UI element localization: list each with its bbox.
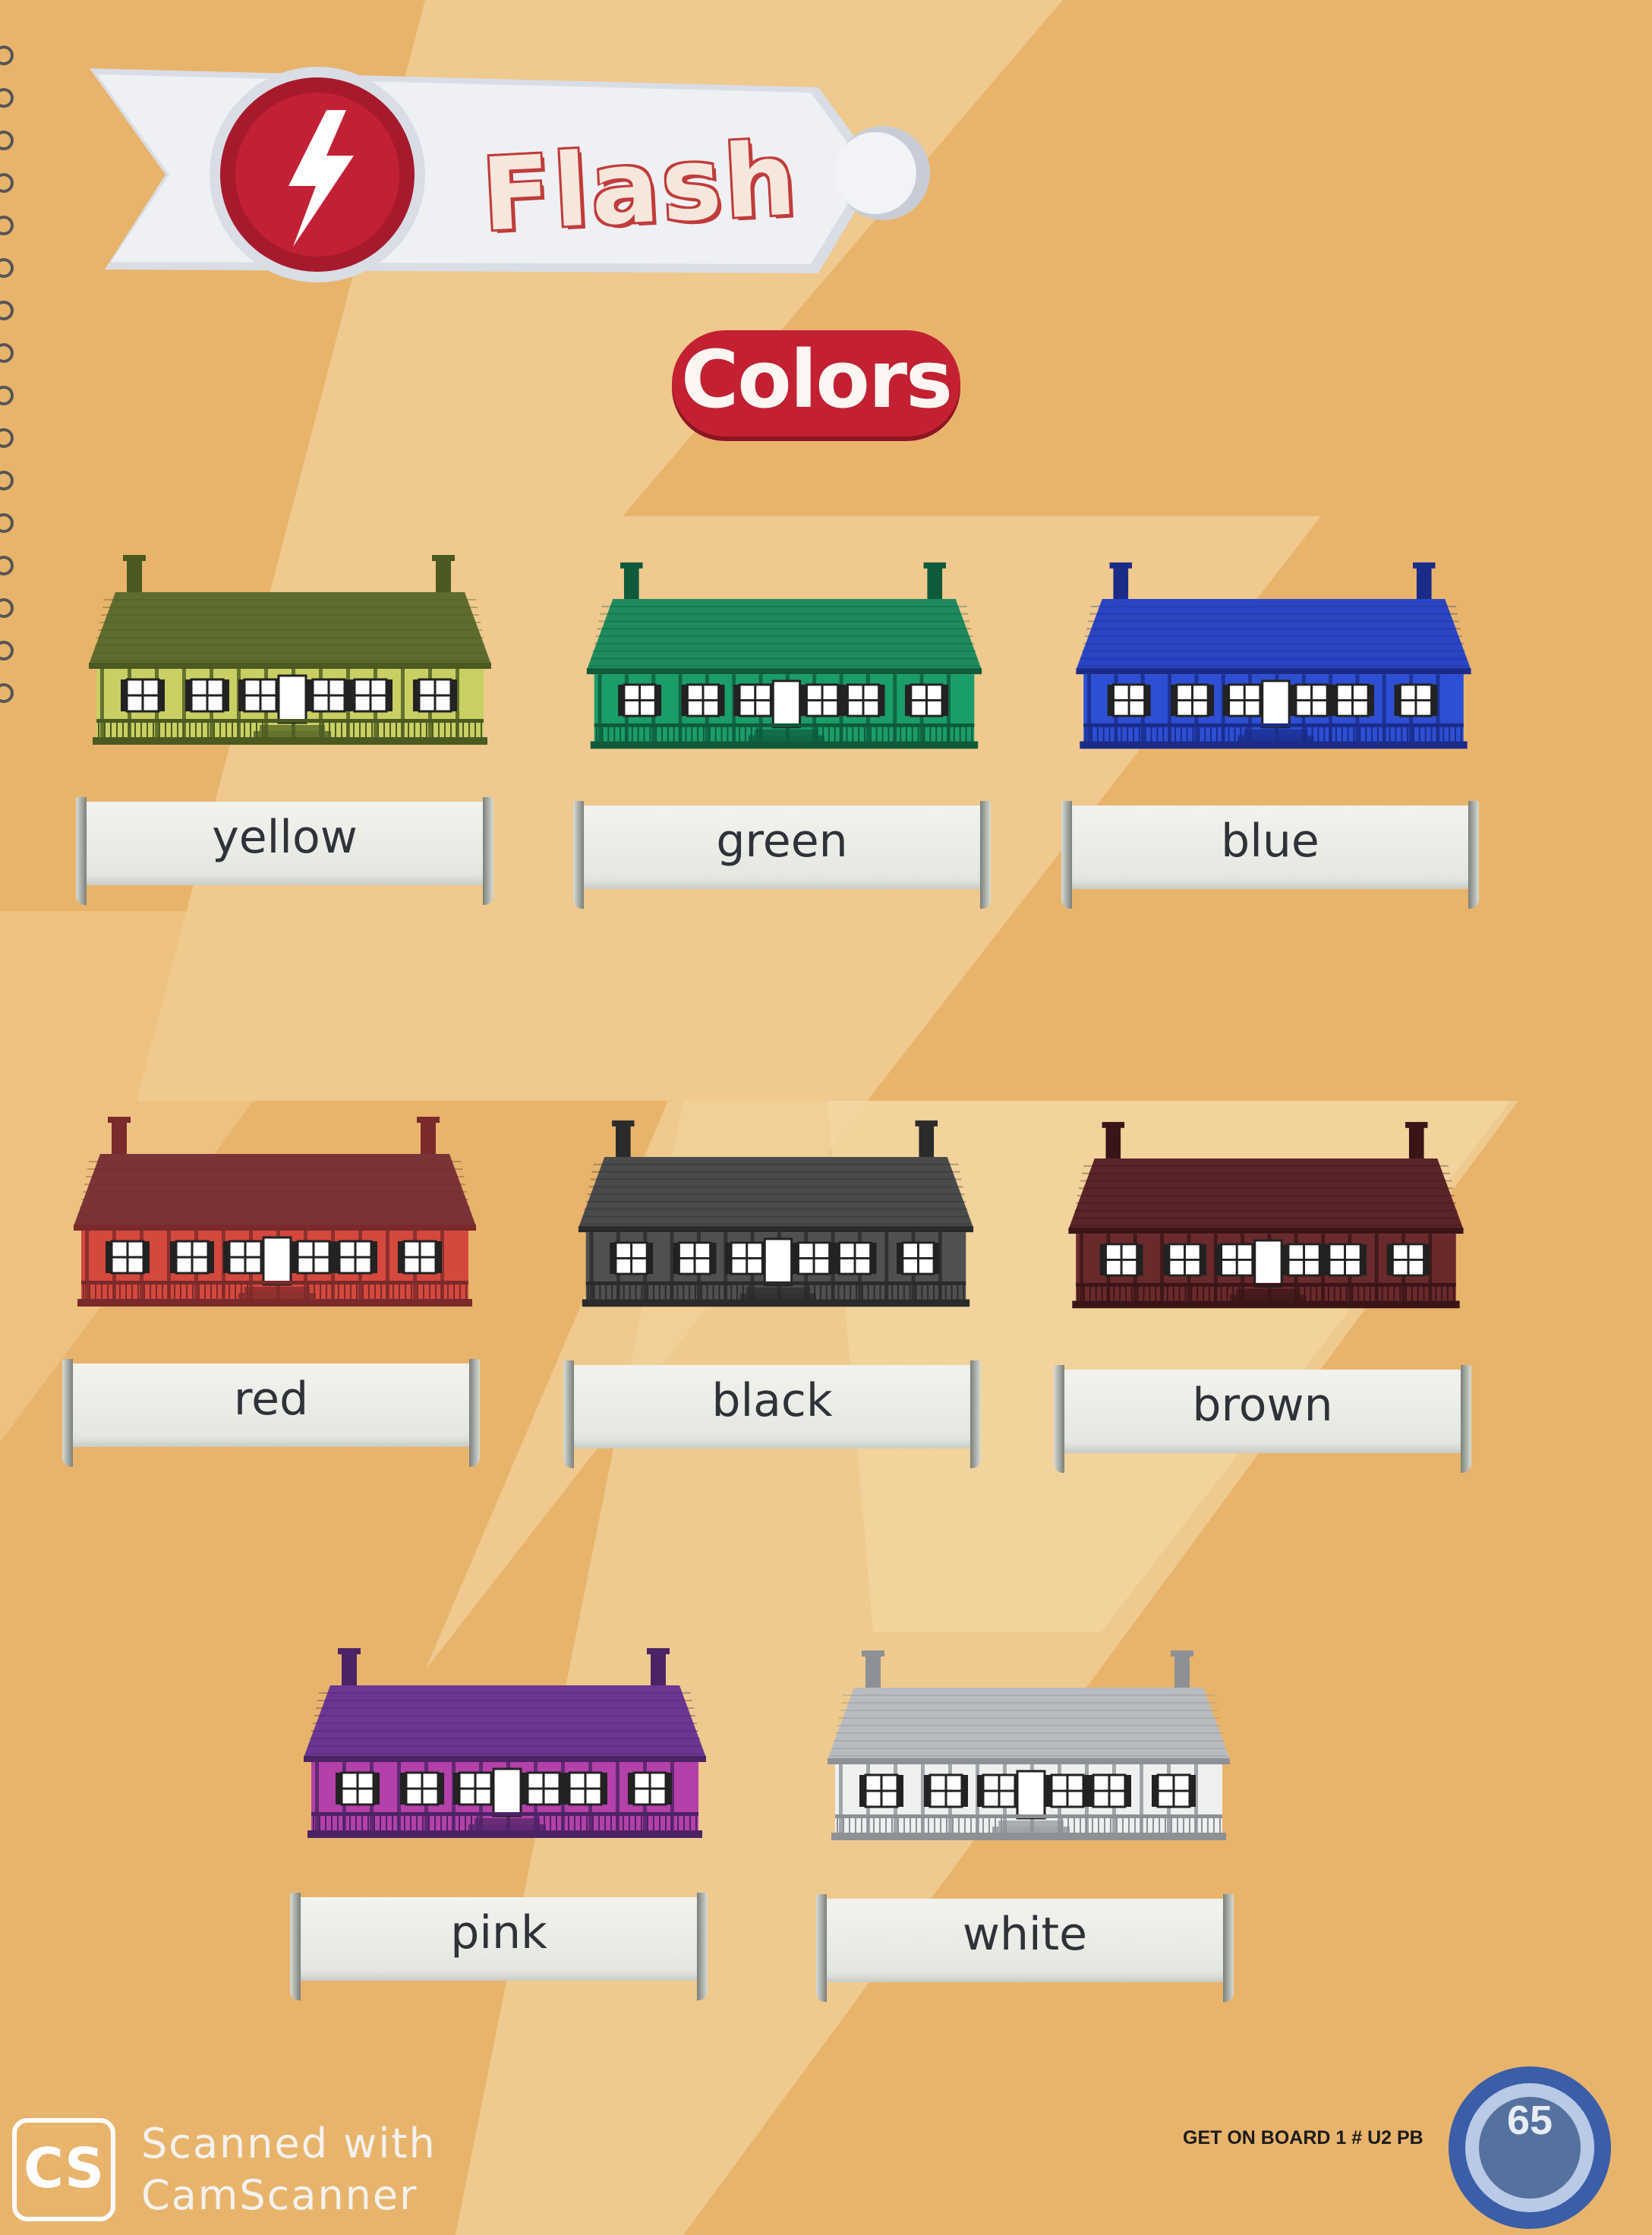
label-text: red xyxy=(233,1373,309,1426)
page-number-badge: 65 xyxy=(1449,2066,1611,2229)
house-image-brown xyxy=(1068,1121,1464,1309)
house-image-green xyxy=(586,562,982,749)
label-text: pink xyxy=(450,1906,547,1959)
camscanner-watermark: Scanned with CamScanner xyxy=(141,2118,437,2221)
house-image-yellow xyxy=(89,555,491,745)
label-black: black xyxy=(563,1360,981,1468)
label-text: black xyxy=(711,1374,833,1427)
label-text: white xyxy=(962,1908,1088,1961)
house-image-blue xyxy=(1076,562,1471,749)
house-image-red xyxy=(74,1117,476,1307)
label-white: white xyxy=(816,1894,1234,2002)
label-text: blue xyxy=(1221,815,1319,868)
label-text: green xyxy=(716,815,848,868)
label-yellow: yellow xyxy=(76,797,493,905)
watermark-line-2: CamScanner xyxy=(141,2171,418,2219)
label-blue: blue xyxy=(1061,801,1479,909)
colors-heading: Colors xyxy=(672,330,960,437)
watermark-line-1: Scanned with xyxy=(141,2120,437,2167)
label-pink: pink xyxy=(290,1893,708,2000)
label-red: red xyxy=(62,1359,480,1467)
lightning-bolt-icon xyxy=(210,67,425,282)
colors-heading-text: Colors xyxy=(680,333,953,426)
house-image-white xyxy=(828,1650,1230,1840)
camscanner-logo: CS xyxy=(12,2118,115,2221)
label-green: green xyxy=(573,801,991,909)
house-image-pink xyxy=(304,1648,706,1838)
page-number: 65 xyxy=(1506,2098,1553,2143)
flash-title: Flash xyxy=(479,121,802,254)
house-image-black xyxy=(578,1120,974,1307)
camscanner-logo-text: CS xyxy=(23,2136,105,2200)
label-text: yellow xyxy=(212,811,358,864)
label-text: brown xyxy=(1192,1379,1333,1432)
book-reference: GET ON BOARD 1 # U2 PB xyxy=(1183,2127,1423,2148)
spiral-binding xyxy=(0,46,20,703)
label-brown: brown xyxy=(1054,1365,1471,1473)
